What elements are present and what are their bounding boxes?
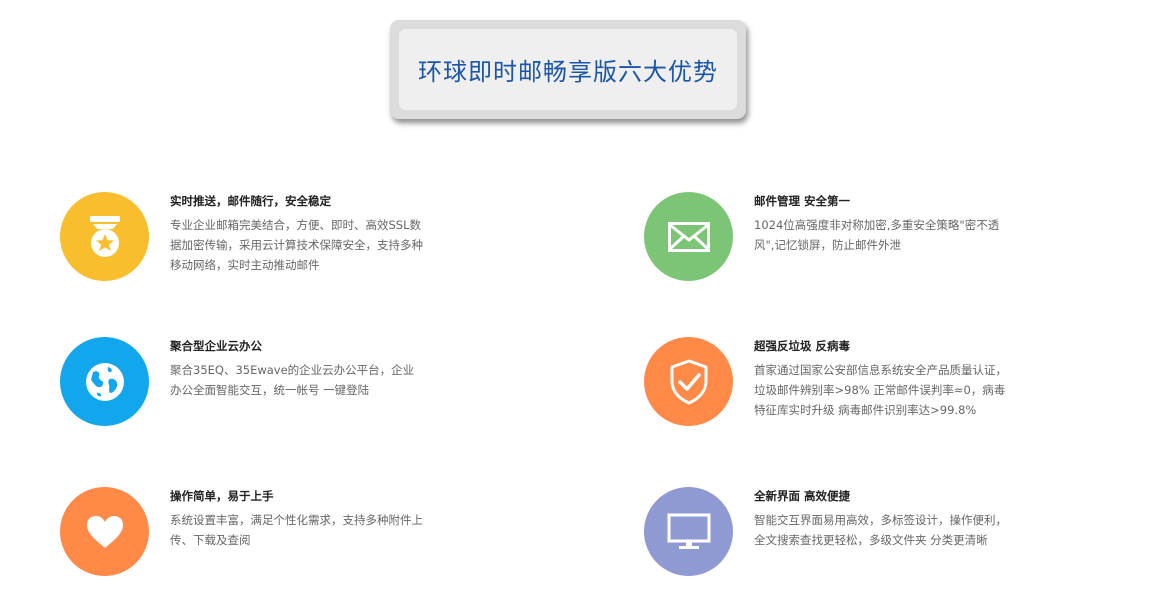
feature-title: 全新界面 高效便捷 [754, 489, 851, 503]
page-title: 环球即时邮畅享版六大优势 [399, 29, 737, 110]
feature-description: 系统设置丰富，满足个性化需求，支持多种附件上传、下载及查阅 [170, 513, 423, 547]
feature-title: 操作简单，易于上手 [170, 489, 274, 503]
feature-description: 聚合35EQ、35Ewave的企业云办公平台，企业办公全面智能交互，统一帐号 一… [170, 363, 415, 397]
medal-icon [60, 192, 149, 281]
feature-title: 邮件管理 安全第一 [754, 194, 851, 208]
feature-title: 聚合型企业云办公 [170, 339, 262, 353]
shield-check-icon [644, 337, 733, 426]
globe-icon [60, 337, 149, 426]
feature-description: 首家通过国家公安部信息系统安全产品质量认证，垃圾邮件辨别率>98% 正常邮件误判… [754, 363, 1007, 417]
heart-icon [60, 487, 149, 576]
feature-description: 智能交互界面易用高效，多标签设计，操作便利，全文搜索查找更轻松，多级文件夹 分类… [754, 513, 1007, 547]
page: 环球即时邮畅享版六大优势 实时推送，邮件随行，安全稳定 专业企业邮箱完美结合，方… [0, 0, 1156, 597]
title-banner: 环球即时邮畅享版六大优势 [390, 20, 746, 119]
envelope-icon [644, 192, 733, 281]
monitor-icon [644, 487, 733, 576]
feature-title: 实时推送，邮件随行，安全稳定 [170, 194, 331, 208]
feature-description: 专业企业邮箱完美结合，方便、即时、高效SSL数据加密传输，采用云计算技术保障安全… [170, 218, 423, 272]
feature-description: 1024位高强度非对称加密,多重安全策略"密不透风",记忆锁屏，防止邮件外泄 [754, 218, 1000, 252]
feature-title: 超强反垃圾 反病毒 [754, 339, 851, 353]
